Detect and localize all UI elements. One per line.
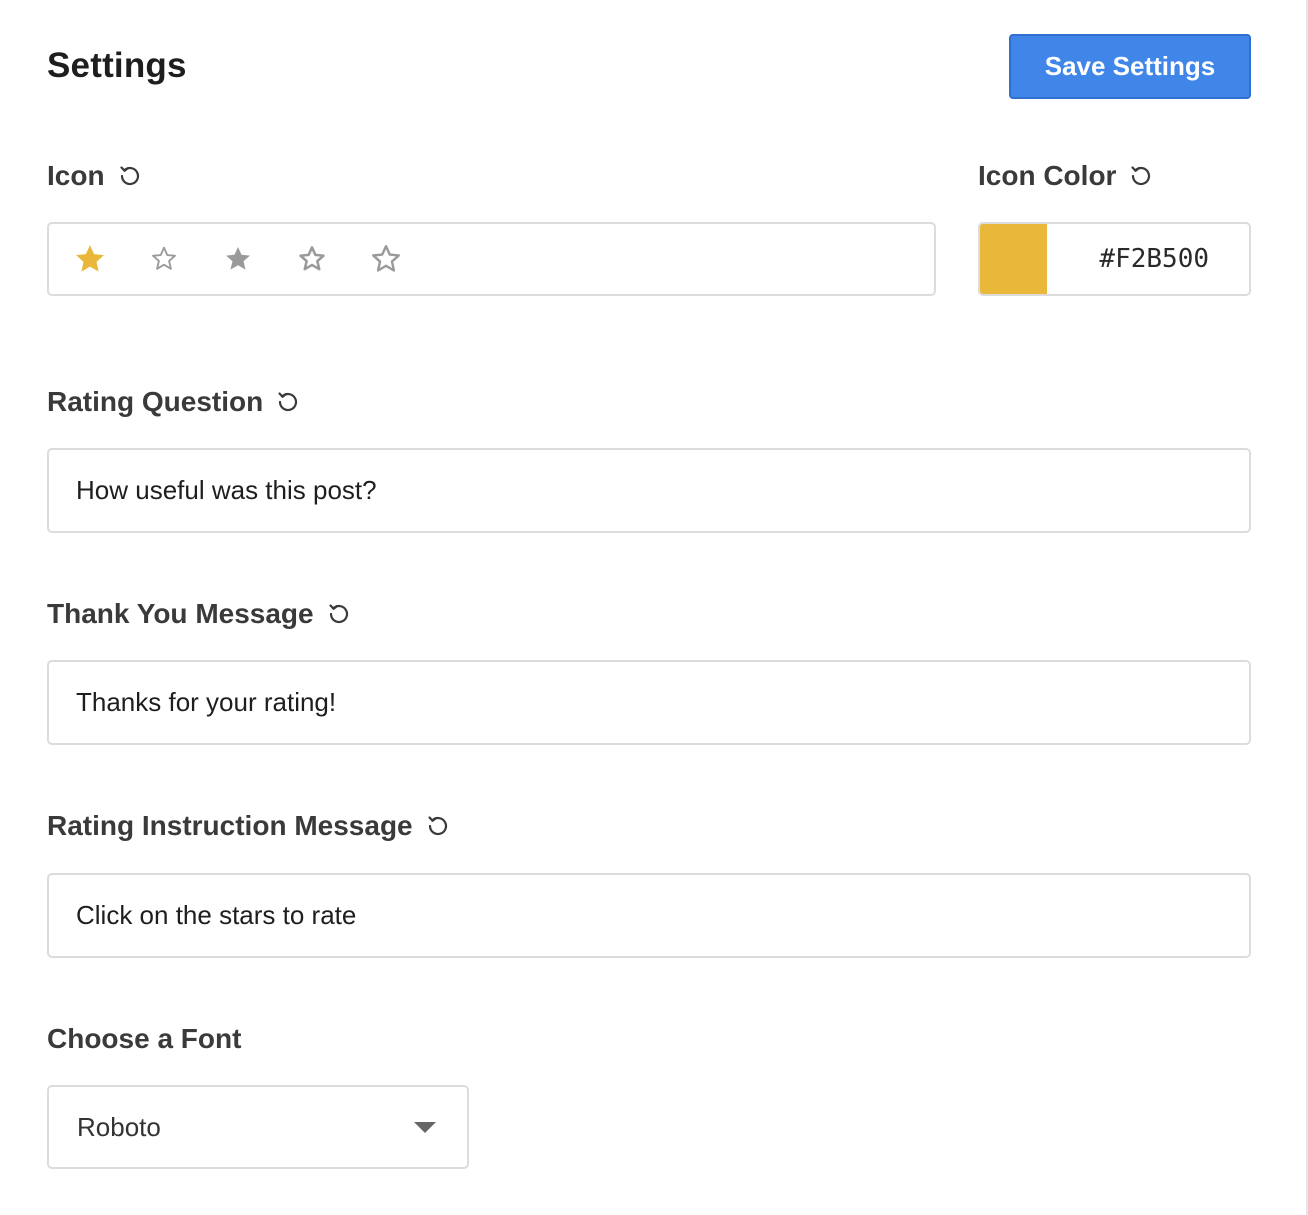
star-thin-outline-icon[interactable]: [147, 242, 181, 276]
settings-page: Settings Save Settings Icon Icon Color #…: [0, 0, 1308, 1215]
reset-icon[interactable]: [1128, 163, 1154, 189]
page-title: Settings: [47, 46, 187, 85]
reset-icon[interactable]: [425, 813, 451, 839]
reset-icon[interactable]: [275, 389, 301, 415]
thank-you-label-row: Thank You Message: [47, 598, 352, 630]
color-swatch[interactable]: [980, 224, 1047, 294]
reset-icon[interactable]: [326, 601, 352, 627]
font-select-value: Roboto: [77, 1111, 161, 1142]
icon-picker: [47, 222, 936, 296]
rating-question-input[interactable]: How useful was this post?: [47, 448, 1251, 533]
instruction-input[interactable]: Click on the stars to rate: [47, 873, 1251, 958]
thank-you-label: Thank You Message: [47, 598, 314, 629]
chevron-down-icon: [413, 1120, 437, 1134]
icon-color-hex-input[interactable]: #F2B500: [1047, 224, 1249, 294]
reset-icon[interactable]: [117, 163, 143, 189]
rating-question-label: Rating Question: [47, 386, 264, 417]
icon-color-label-row: Icon Color: [978, 160, 1154, 192]
icon-label: Icon: [47, 160, 105, 191]
font-label-row: Choose a Font: [47, 1023, 241, 1055]
star-outline-icon[interactable]: [295, 242, 329, 276]
icon-label-row: Icon: [47, 160, 143, 192]
instruction-label: Rating Instruction Message: [47, 810, 413, 841]
thank-you-input[interactable]: Thanks for your rating!: [47, 660, 1251, 745]
font-label: Choose a Font: [47, 1023, 242, 1054]
star-solid-icon[interactable]: [221, 242, 255, 276]
icon-color-picker: #F2B500: [978, 222, 1251, 296]
star-rounded-outline-icon[interactable]: [369, 242, 403, 276]
instruction-label-row: Rating Instruction Message: [47, 810, 451, 842]
rating-question-label-row: Rating Question: [47, 386, 301, 418]
star-filled-icon[interactable]: [73, 242, 107, 276]
font-select[interactable]: Roboto: [47, 1085, 469, 1169]
icon-color-label: Icon Color: [978, 160, 1117, 191]
save-settings-button[interactable]: Save Settings: [1009, 34, 1251, 99]
